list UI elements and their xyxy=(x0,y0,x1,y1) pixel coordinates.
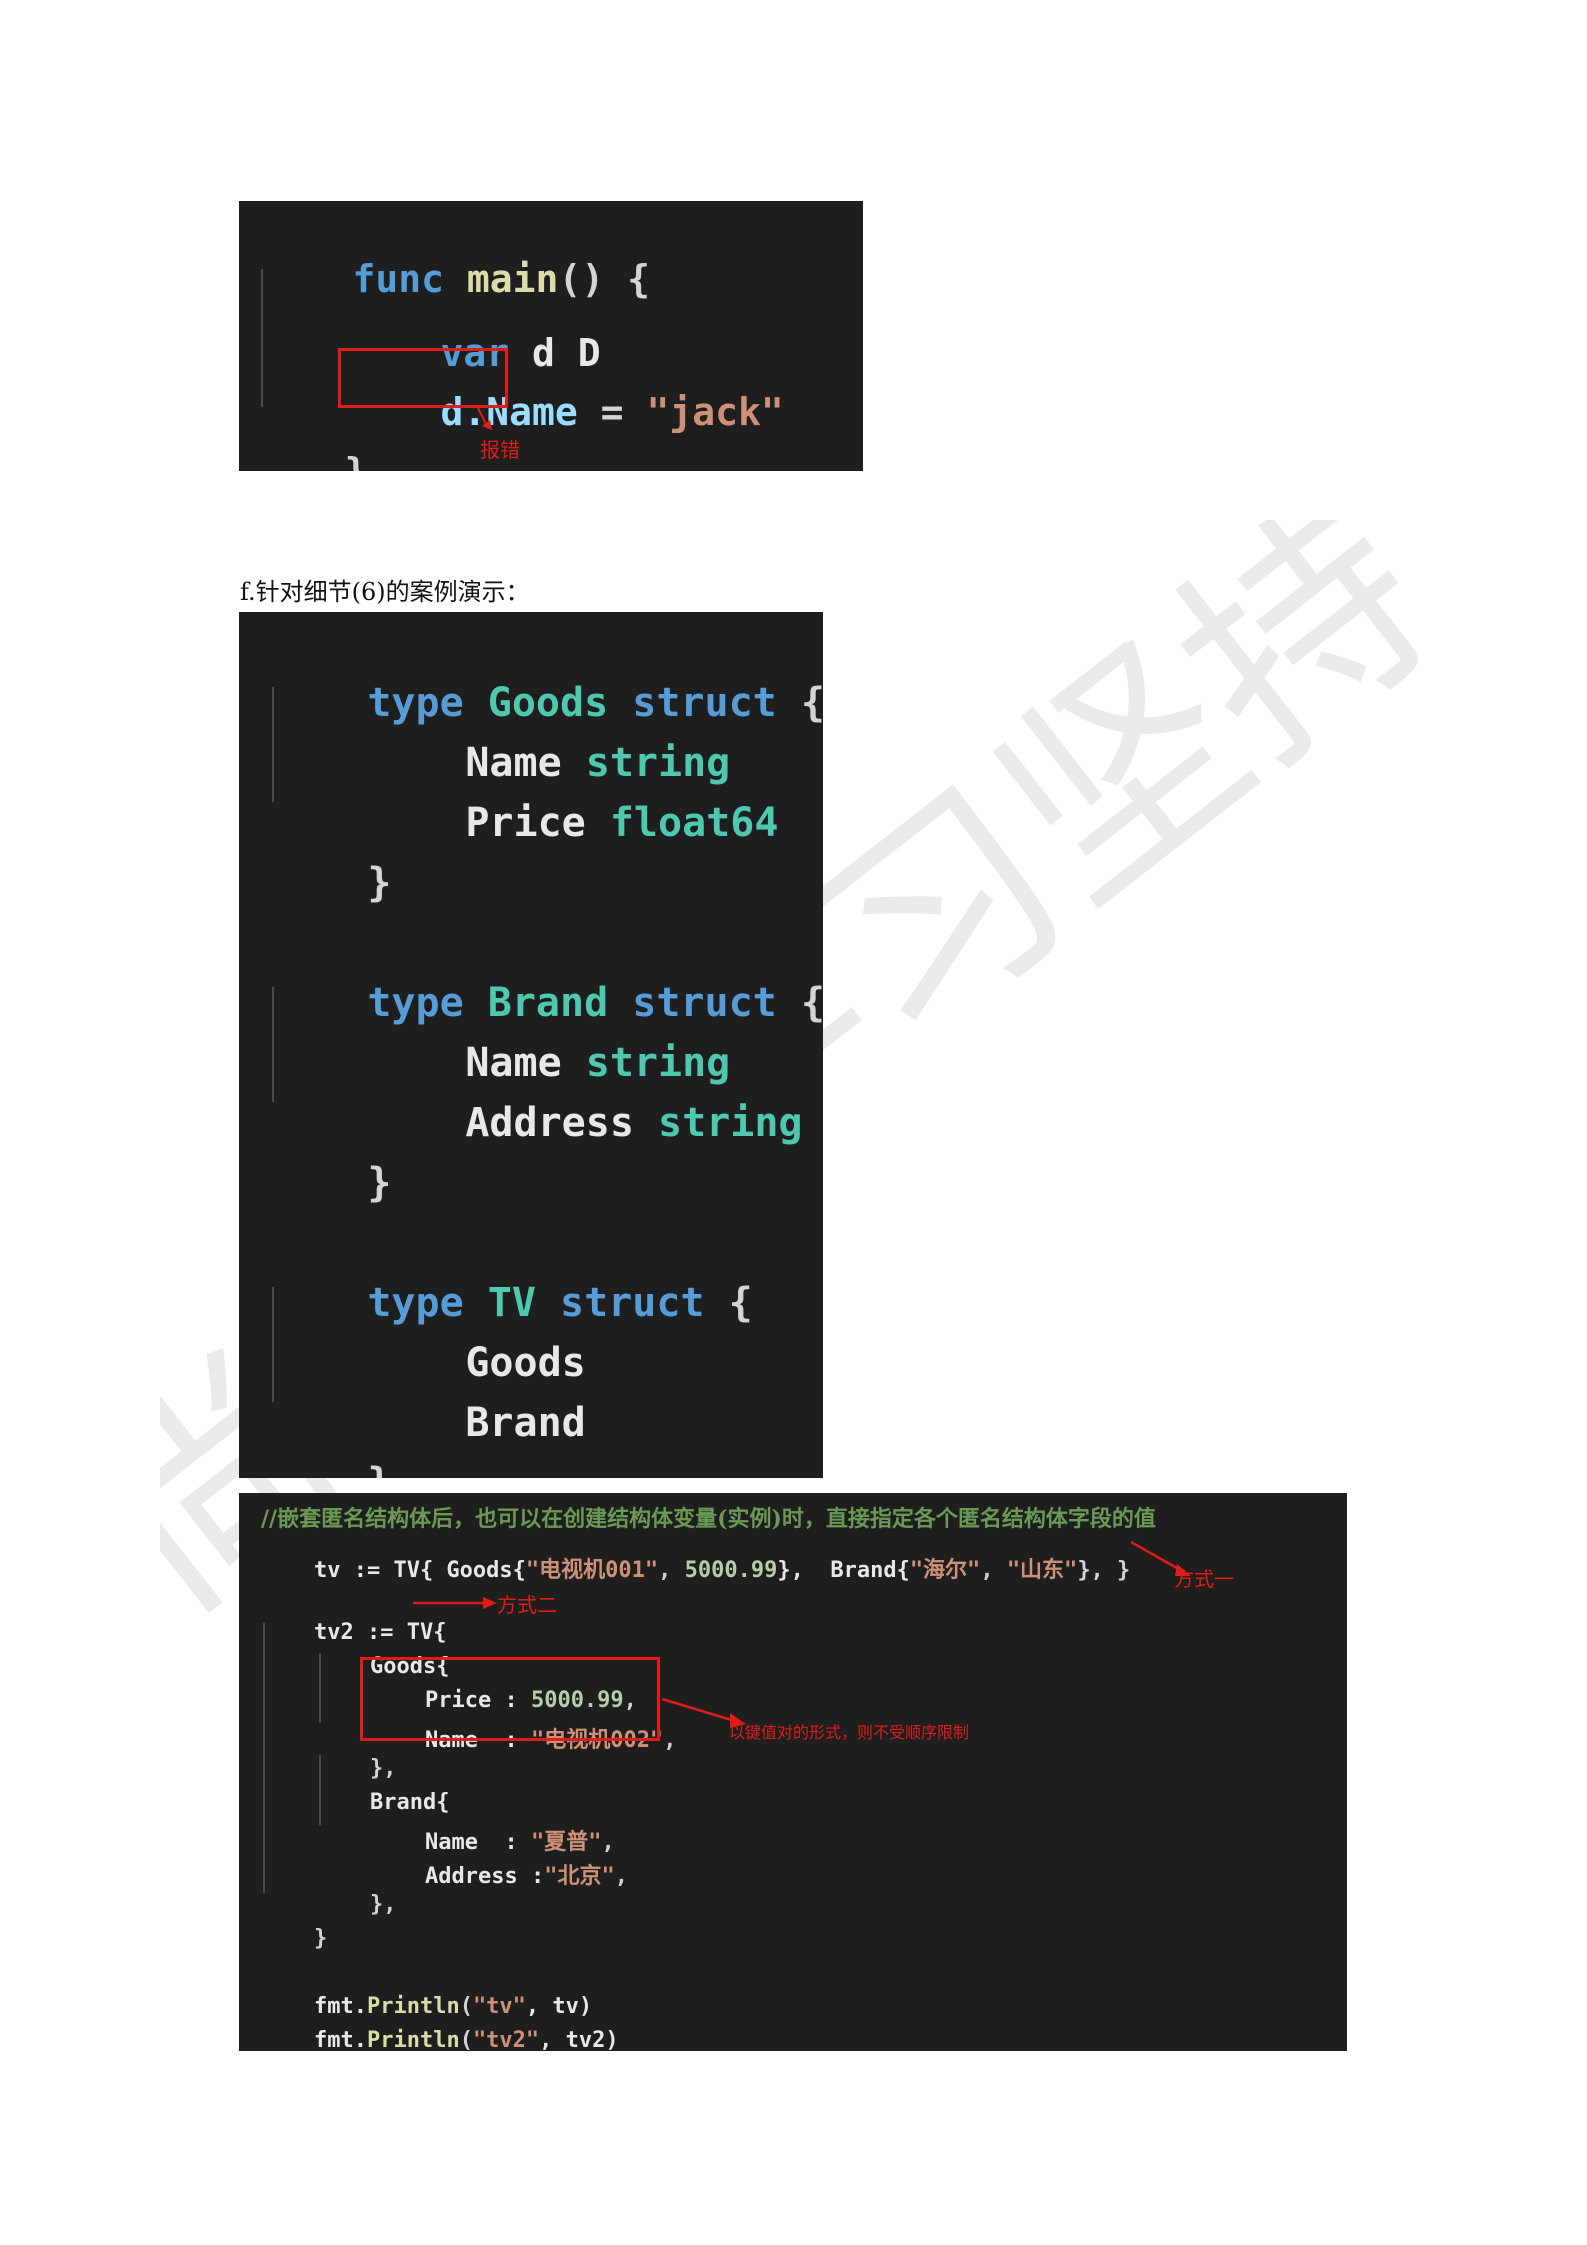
annotation-kv: 以键值对的形式，则不受顺序限制 xyxy=(729,1723,970,1742)
arrow-icon xyxy=(413,1597,497,1609)
code-line-brand-close: }, xyxy=(369,1892,397,1917)
kv-highlight-box xyxy=(360,1657,660,1741)
code-block-structs: type Goods struct { Name string Price fl… xyxy=(239,612,823,1478)
code-line-tv2-close: } xyxy=(313,1926,328,1951)
struct-field: Price float64 xyxy=(465,800,779,846)
error-annotation: 报错 xyxy=(480,438,520,462)
code-block-init: //嵌套匿名结构体后，也可以在创建结构体变量(实例)时，直接指定各个匿名结构体字… xyxy=(239,1493,1347,2051)
code-line-println-tv2: fmt.Println("tv2", tv2) xyxy=(313,2028,619,2051)
annotation-way1: 方式一 xyxy=(1174,1567,1234,1591)
struct-close: } xyxy=(271,1414,391,1478)
caption-text: f.针对细节(6)的案例演示： xyxy=(240,578,530,606)
struct-close: } xyxy=(367,860,392,906)
code-line-address: Address :"北京", xyxy=(424,1864,628,1889)
error-highlight-box xyxy=(338,348,508,408)
code-line-close: } xyxy=(253,406,368,471)
indent-guide xyxy=(263,1623,265,1893)
code-block-main: func main() { var d D d.Name = "jack" } … xyxy=(239,201,863,471)
annotation-way2: 方式二 xyxy=(497,1593,557,1617)
arrow-icon xyxy=(477,407,492,430)
struct-field: Address string xyxy=(465,1100,803,1146)
struct-close: } xyxy=(367,1160,392,1206)
struct-field: Brand xyxy=(465,1400,586,1446)
